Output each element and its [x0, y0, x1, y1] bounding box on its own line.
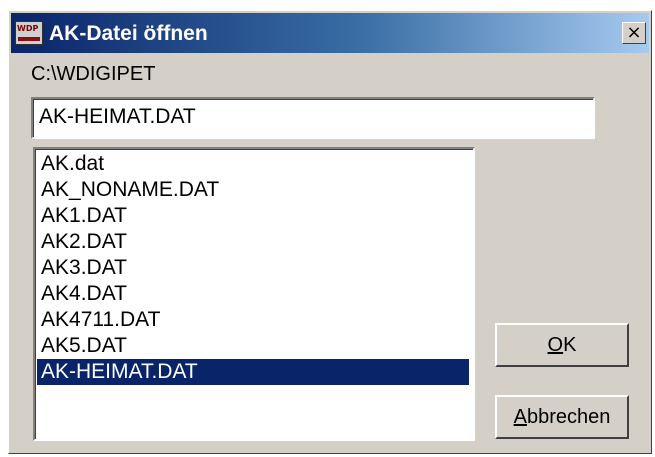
close-button[interactable]: ×: [622, 22, 646, 44]
ok-button[interactable]: OK: [495, 323, 629, 367]
file-list-item[interactable]: AK5.DAT: [37, 333, 469, 359]
cancel-mnemonic: A: [513, 406, 527, 428]
file-list-item[interactable]: AK4.DAT: [37, 281, 469, 307]
cancel-label: bbrechen: [526, 406, 611, 428]
file-list-item[interactable]: AK1.DAT: [37, 203, 469, 229]
window-title: AK-Datei öffnen: [49, 22, 208, 45]
file-list[interactable]: AK.dat AK_NONAME.DAT AK1.DAT AK2.DAT AK3.DAT…: [33, 147, 475, 441]
ok-label: K: [563, 334, 577, 356]
cancel-button[interactable]: Abbrechen: [495, 395, 629, 439]
file-list-item[interactable]: AK2.DAT: [37, 229, 469, 255]
open-file-dialog: WDP AK-Datei öffnen × C:\WDIGIPET AK-HEI…: [8, 10, 652, 454]
close-icon: ×: [626, 22, 642, 43]
file-list-item[interactable]: AK_NONAME.DAT: [37, 177, 469, 203]
title-bar[interactable]: WDP AK-Datei öffnen ×: [11, 13, 649, 53]
app-icon: WDP: [15, 21, 43, 45]
app-icon-text: WDP: [17, 24, 39, 33]
ok-mnemonic: O: [547, 334, 564, 356]
current-path: C:\WDIGIPET: [31, 63, 156, 85]
file-list-item[interactable]: AK3.DAT: [37, 255, 469, 281]
file-list-item[interactable]: AK4711.DAT: [37, 307, 469, 333]
filename-input[interactable]: AK-HEIMAT.DAT: [31, 97, 595, 139]
file-list-item-selected[interactable]: AK-HEIMAT.DAT: [37, 359, 469, 385]
file-list-item[interactable]: AK.dat: [37, 151, 469, 177]
